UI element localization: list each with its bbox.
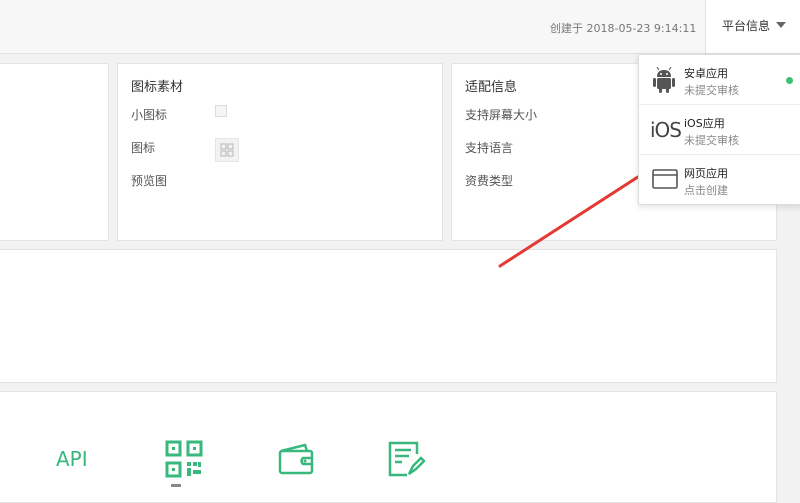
adapt-info-title: 适配信息 bbox=[465, 80, 518, 95]
edit-document-icon[interactable] bbox=[387, 440, 426, 478]
wallet-icon[interactable] bbox=[278, 442, 314, 476]
description-card bbox=[0, 249, 777, 383]
small-icon-label: 小图标 bbox=[131, 108, 168, 122]
android-app-item[interactable]: 安卓应用 未提交审核 bbox=[639, 55, 800, 104]
web-app-name: 网页应用 bbox=[684, 167, 728, 180]
qr-caption-mark bbox=[171, 484, 181, 487]
language-label: 支持语言 bbox=[465, 141, 514, 155]
grid-icon-thumbnail[interactable] bbox=[215, 138, 239, 162]
platform-dropdown: 安卓应用 未提交审核 iOS iOS应用 未提交审核 网页应用 点击创建 bbox=[638, 54, 800, 205]
browser-window-icon bbox=[652, 168, 678, 190]
active-status-dot bbox=[786, 77, 793, 84]
icon-assets-card: 图标素材 小图标 图标 预览图 bbox=[117, 63, 443, 241]
api-link[interactable]: API bbox=[56, 447, 88, 471]
platform-info-label: 平台信息 bbox=[722, 19, 771, 33]
created-timestamp: 创建于 2018-05-23 9:14:11 bbox=[550, 22, 697, 35]
ios-app-item[interactable]: iOS iOS应用 未提交审核 bbox=[639, 104, 800, 154]
platform-info-menu[interactable]: 平台信息 bbox=[706, 0, 800, 53]
top-bar: 创建于 2018-05-23 9:14:11 平台信息 bbox=[0, 0, 800, 54]
ios-app-status: 未提交审核 bbox=[684, 134, 739, 147]
android-app-name: 安卓应用 bbox=[684, 67, 728, 80]
qr-code-icon[interactable] bbox=[165, 440, 203, 478]
small-icon-thumbnail[interactable] bbox=[215, 105, 227, 117]
caret-down-icon bbox=[776, 22, 786, 28]
android-icon bbox=[653, 66, 675, 93]
preview-image-label: 预览图 bbox=[131, 174, 168, 188]
web-app-status: 点击创建 bbox=[684, 184, 728, 197]
icon-assets-title: 图标素材 bbox=[131, 80, 184, 95]
pricing-type-label: 资费类型 bbox=[465, 174, 514, 188]
basic-info-card bbox=[0, 63, 109, 241]
web-app-item[interactable]: 网页应用 点击创建 bbox=[639, 154, 800, 204]
ios-icon: iOS bbox=[650, 118, 682, 142]
screen-size-label: 支持屏幕大小 bbox=[465, 108, 538, 122]
icon-label: 图标 bbox=[131, 141, 156, 155]
ios-app-name: iOS应用 bbox=[684, 117, 725, 130]
android-app-status: 未提交审核 bbox=[684, 84, 739, 97]
